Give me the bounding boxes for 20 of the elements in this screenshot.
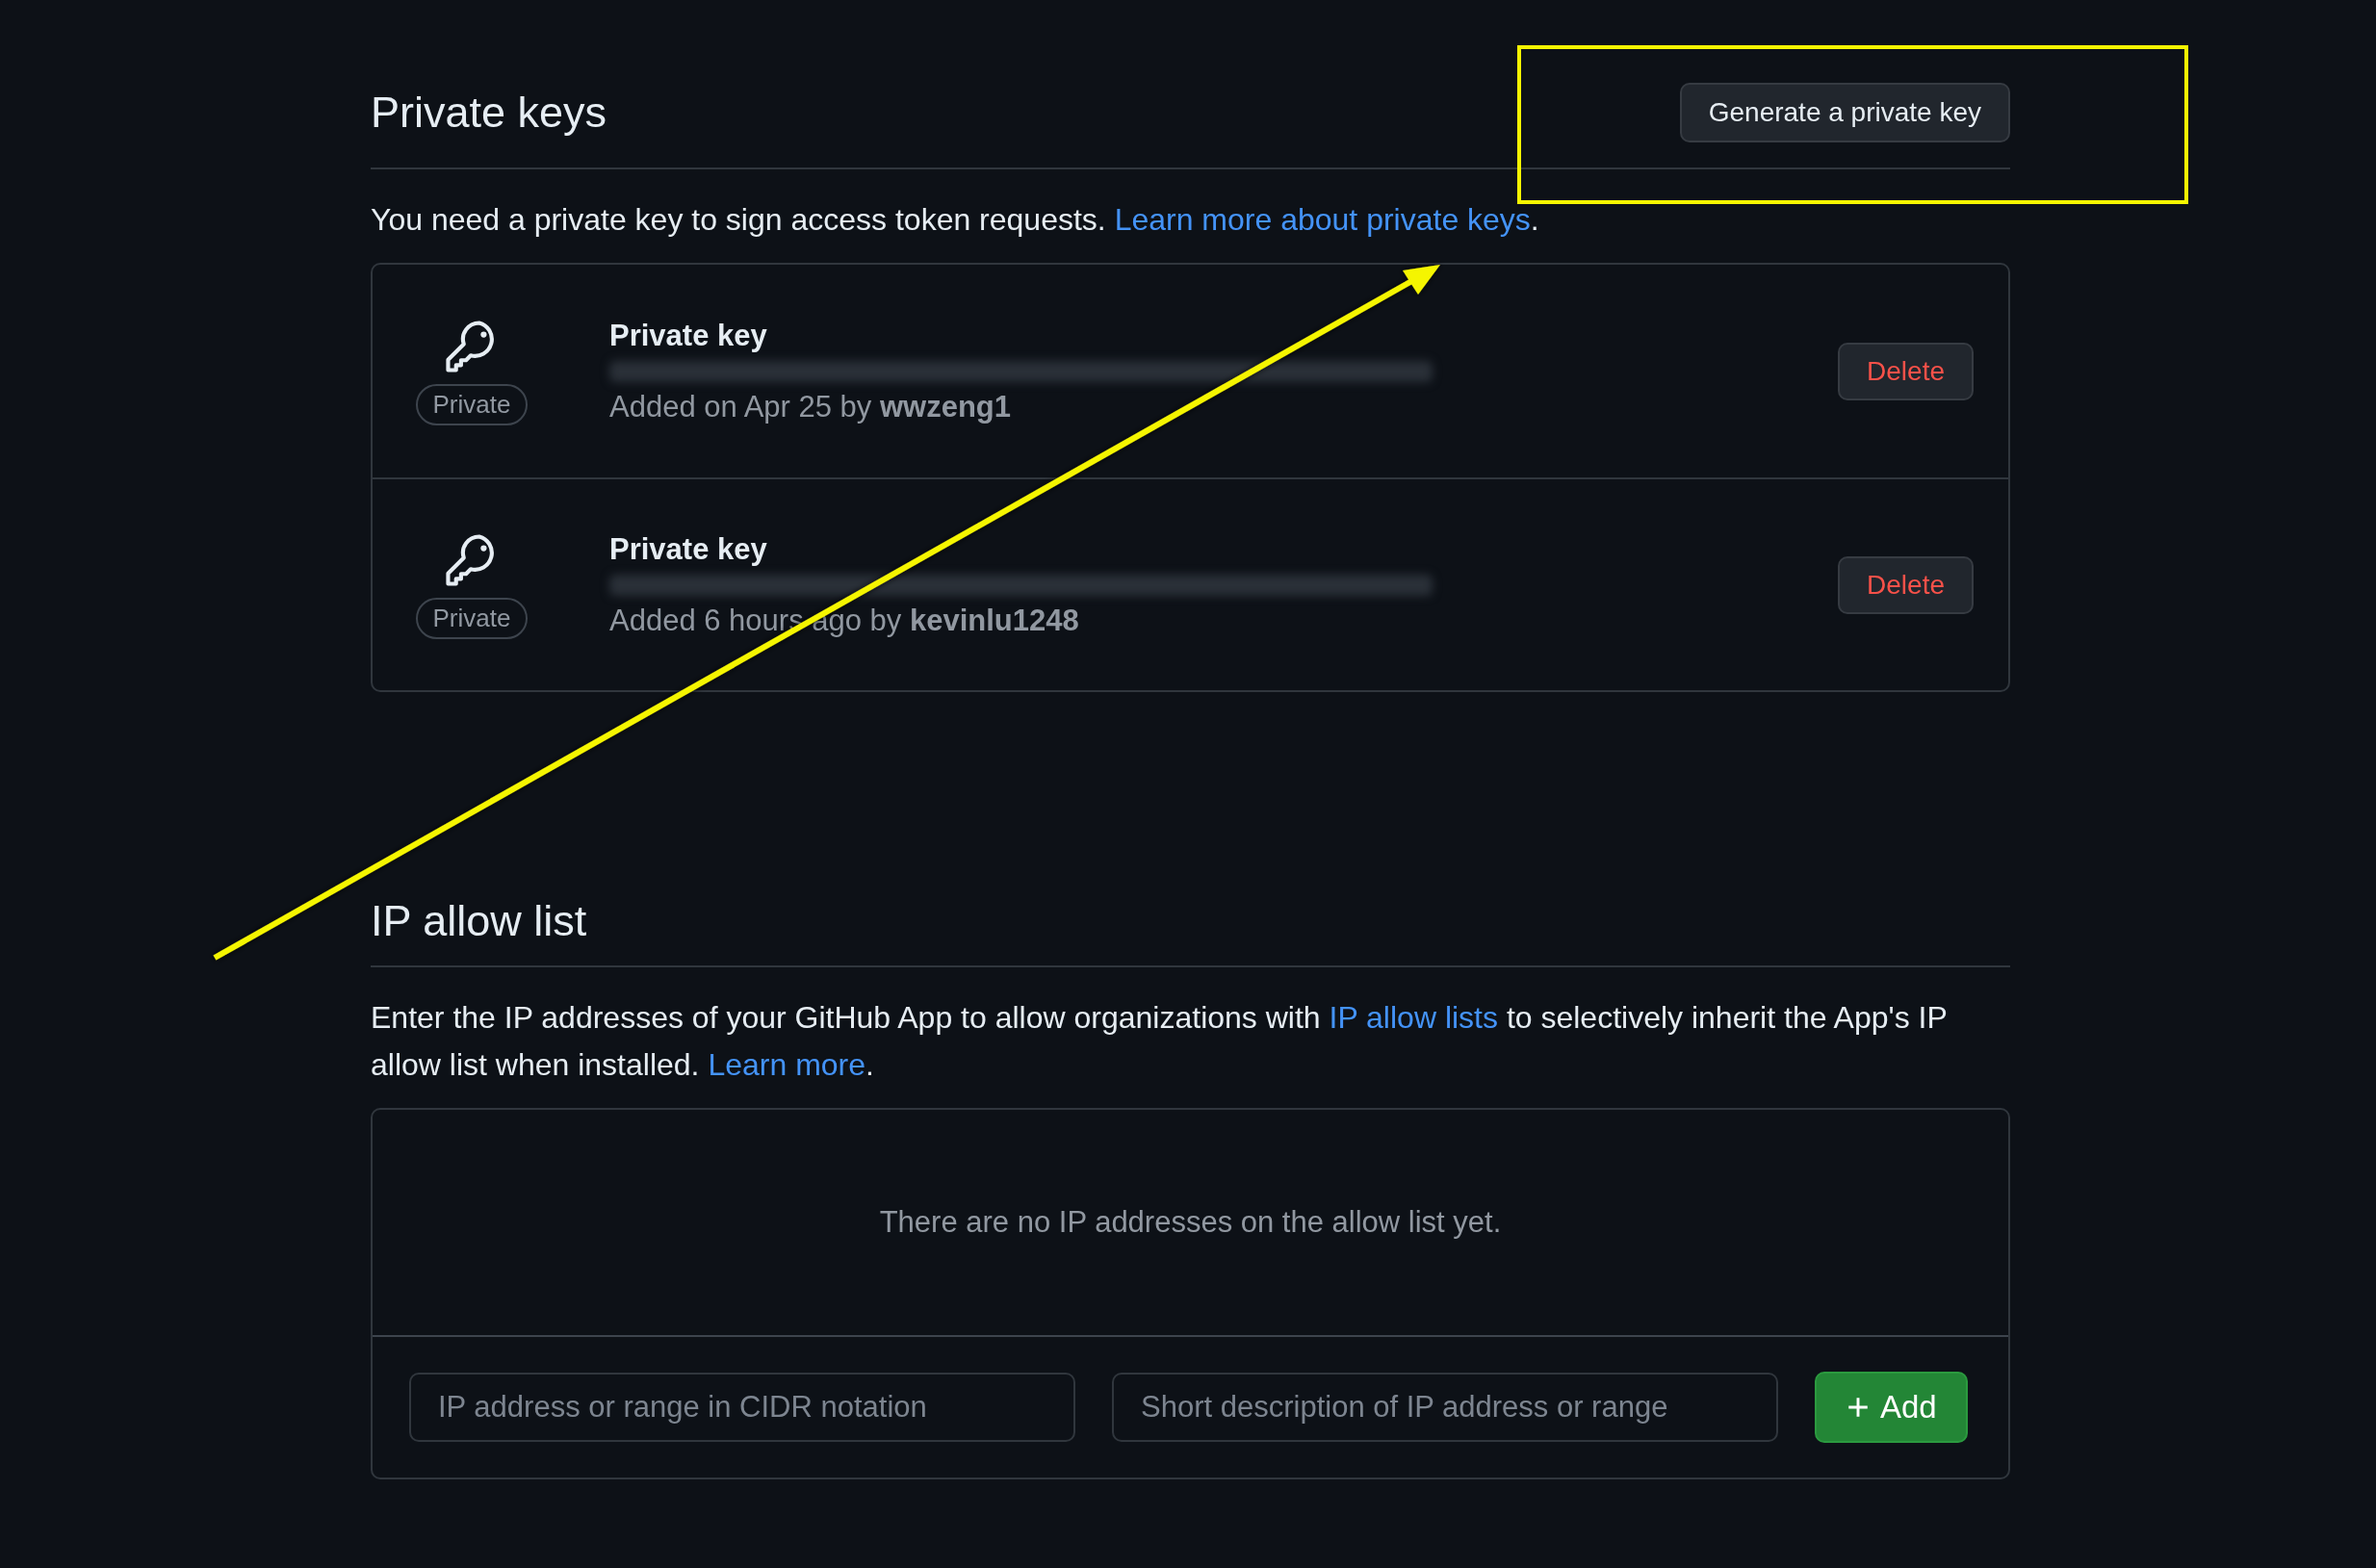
added-text: Added on Apr 25 by wwzeng1 bbox=[609, 389, 1013, 424]
delete-button[interactable]: Delete bbox=[1838, 555, 1974, 614]
private-badge: Private bbox=[415, 598, 529, 639]
docs-link[interactable]: Learn more about private keys bbox=[1114, 202, 1531, 237]
private-badge: Private bbox=[415, 384, 529, 425]
ip-address-field[interactable]: IP address or range in CIDR notation bbox=[409, 1373, 1075, 1442]
section-heading: IP allow list bbox=[371, 896, 587, 946]
add-button[interactable]: Add bbox=[1815, 1372, 1968, 1443]
delete-button[interactable]: Delete bbox=[1838, 342, 1974, 400]
generate-key-button[interactable]: Generate a private key bbox=[1679, 83, 2010, 142]
docs-link[interactable]: Learn more bbox=[708, 1047, 866, 1082]
plus-icon bbox=[1846, 1395, 1871, 1420]
description-text: You need a private key to sign access token requests. Learn more about private keys. bbox=[371, 201, 1540, 239]
key-title: Private key bbox=[609, 318, 768, 353]
key-title: Private key bbox=[609, 531, 768, 567]
empty-message: There are no IP addresses on the allow list yet. bbox=[879, 1205, 1502, 1240]
ip-description-field[interactable]: Short description of IP address or range bbox=[1112, 1373, 1778, 1442]
description-text: Enter the IP addresses of your GitHub App to allow organizations with IP allow lists to selectively inherit the App's IP allow list when installed. Learn more. bbox=[371, 999, 1949, 1084]
section-heading: Private keys bbox=[371, 88, 607, 138]
docs-link[interactable]: IP allow lists bbox=[1329, 1000, 1498, 1035]
